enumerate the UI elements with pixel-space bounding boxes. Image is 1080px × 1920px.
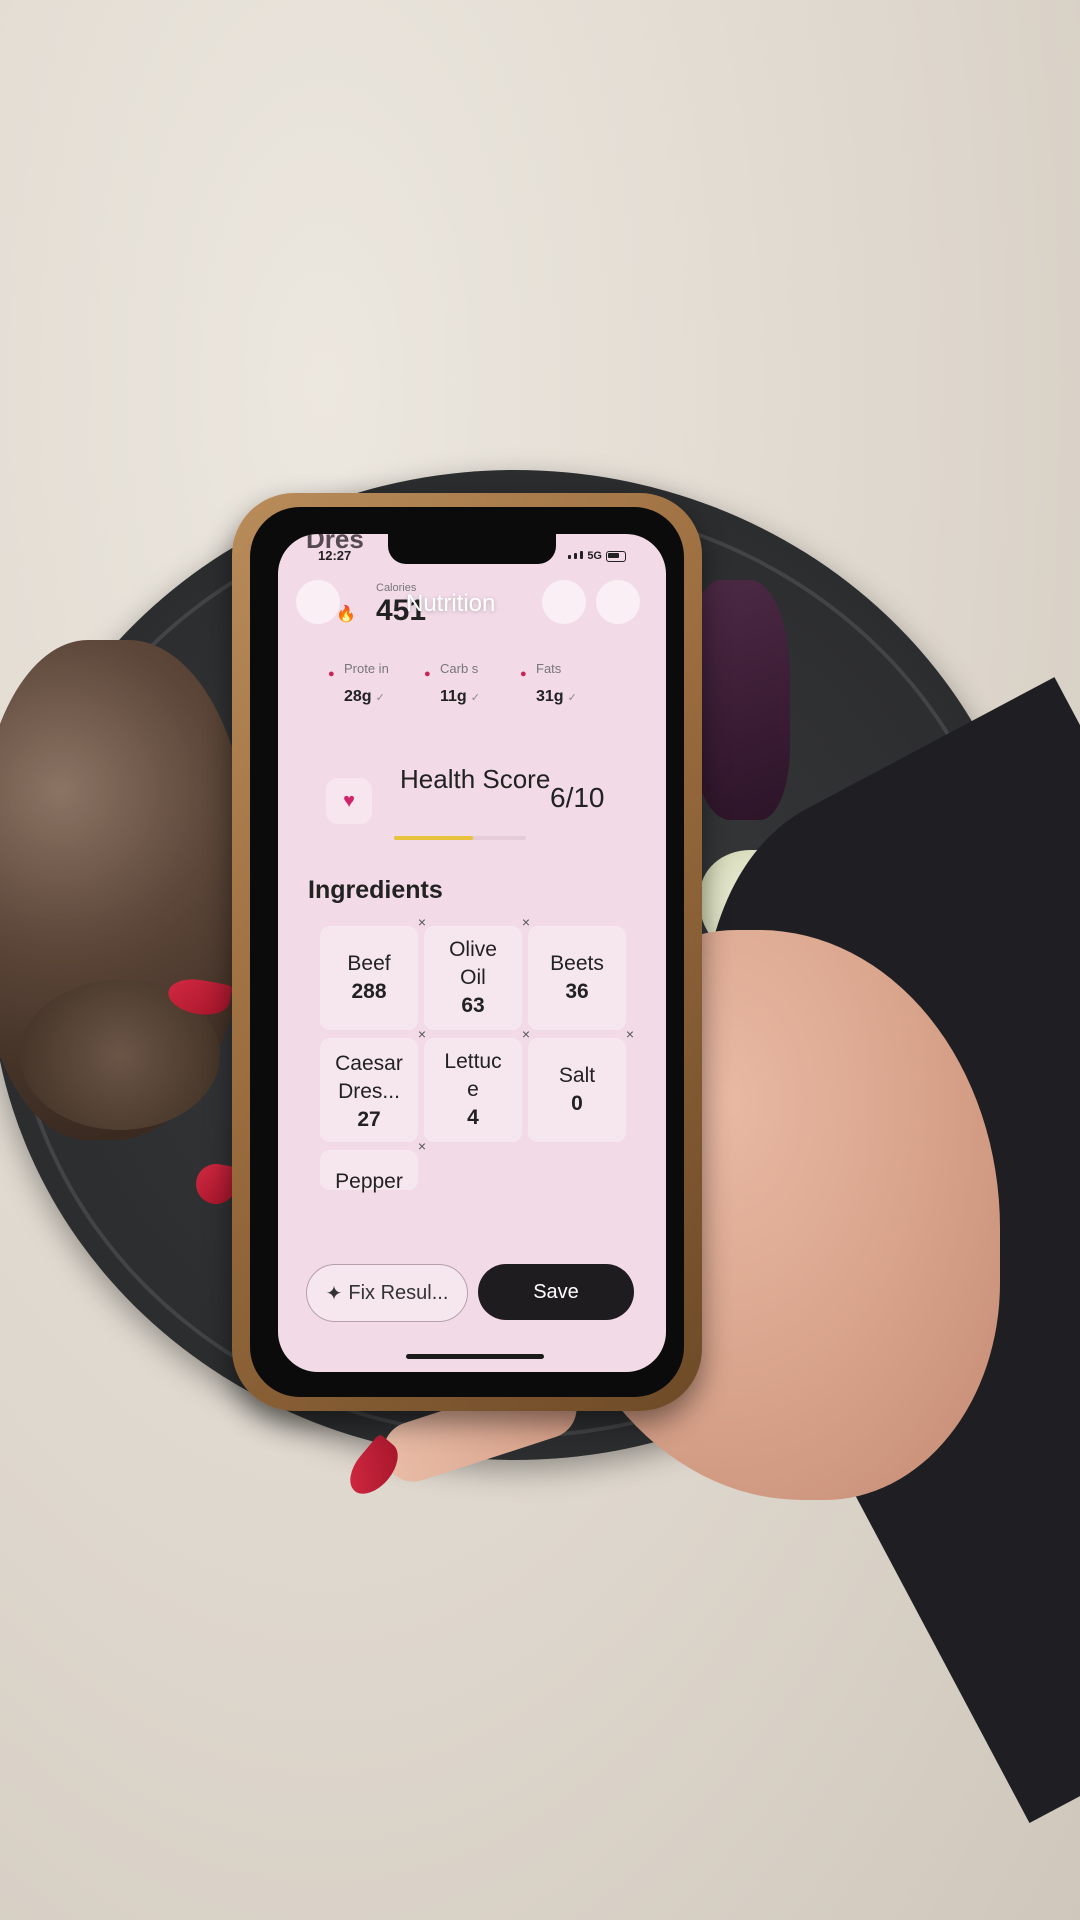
sparkle-icon: ✦ [325, 1282, 343, 1305]
ingredient-tile[interactable]: × Pepper [320, 1138, 426, 1193]
remove-icon[interactable]: × [626, 1026, 634, 1042]
health-score-bar [394, 836, 526, 840]
edit-icon: ✓ [470, 692, 480, 704]
ingredient-tile[interactable]: × Caesar Dres... 27 [320, 1026, 426, 1142]
fix-results-button[interactable]: ✦ Fix Resul... [306, 1264, 468, 1322]
remove-icon[interactable]: × [418, 1138, 426, 1154]
home-indicator[interactable] [406, 1354, 544, 1359]
ingredient-tile[interactable]: × Salt 0 [528, 1026, 634, 1142]
ingredient-name: Olive Oil [449, 938, 497, 989]
remove-icon[interactable]: × [418, 914, 426, 930]
status-time: 12:27 [318, 548, 352, 563]
remove-icon[interactable]: × [522, 914, 530, 930]
share-button[interactable] [542, 580, 586, 624]
heart-icon: ♥ [326, 778, 372, 824]
ingredient-name: Pepper [335, 1170, 403, 1193]
network-label: 5G [587, 550, 602, 562]
status-indicators: 5G [568, 550, 626, 562]
fix-results-label: Fix Resul... [348, 1281, 449, 1304]
ingredient-tile[interactable]: × Lettuc e 4 [424, 1026, 530, 1142]
signal-icon [568, 550, 584, 562]
ingredient-name: Beets [550, 952, 604, 975]
page-title: Nutrition [406, 590, 496, 617]
phone-notch [388, 534, 556, 564]
ingredient-calories: 27 [357, 1108, 381, 1131]
edit-icon: ✓ [567, 692, 577, 704]
ingredient-name: Beef [347, 952, 391, 975]
remove-icon[interactable]: × [418, 1026, 426, 1042]
save-button[interactable]: Save [478, 1264, 634, 1320]
phone-screen: Dres 12:27 5G 🔥 Calories 451 Nutrition ●… [278, 534, 666, 1372]
ingredient-calories: 4 [467, 1106, 479, 1129]
ingredient-tile[interactable]: × Olive Oil 63 [424, 914, 530, 1030]
ingredient-tile[interactable]: × Beef 288 [320, 914, 426, 1030]
beets [690, 580, 790, 820]
ingredient-name: Lettuc e [444, 1050, 502, 1101]
fats-icon: ● [520, 668, 527, 680]
health-score-value: 6/10 [550, 782, 605, 813]
macro-label: Fats [536, 661, 562, 676]
macro-value: 31g [536, 688, 564, 705]
edit-icon: ✓ [375, 692, 385, 704]
health-score-label: Health Score [400, 764, 551, 794]
battery-icon [606, 550, 626, 562]
ingredient-calories: 288 [351, 980, 387, 1003]
carbs-icon: ● [424, 668, 431, 680]
ingredient-calories: 63 [461, 994, 485, 1017]
ingredients-title: Ingredients [308, 876, 443, 904]
remove-icon[interactable]: × [522, 1026, 530, 1042]
back-button[interactable] [296, 580, 340, 624]
more-button[interactable] [596, 580, 640, 624]
ingredient-calories: 36 [565, 980, 589, 1003]
macro-value: 28g [344, 688, 372, 705]
ingredient-name: Caesar Dres... [335, 1052, 403, 1103]
macro-value: 11g [440, 688, 467, 705]
health-score-fill [394, 836, 474, 840]
protein-icon: ● [328, 668, 335, 680]
ingredient-calories: 0 [571, 1092, 583, 1115]
health-score-card[interactable]: ♥ Health Score 6/10 [318, 754, 636, 854]
flame-icon: 🔥 [336, 606, 356, 623]
ingredient-name: Salt [558, 1064, 596, 1087]
ingredient-tile[interactable]: Beets 36 [528, 926, 626, 1030]
macro-fats[interactable]: ● Fats 31g ✓ [520, 661, 636, 706]
